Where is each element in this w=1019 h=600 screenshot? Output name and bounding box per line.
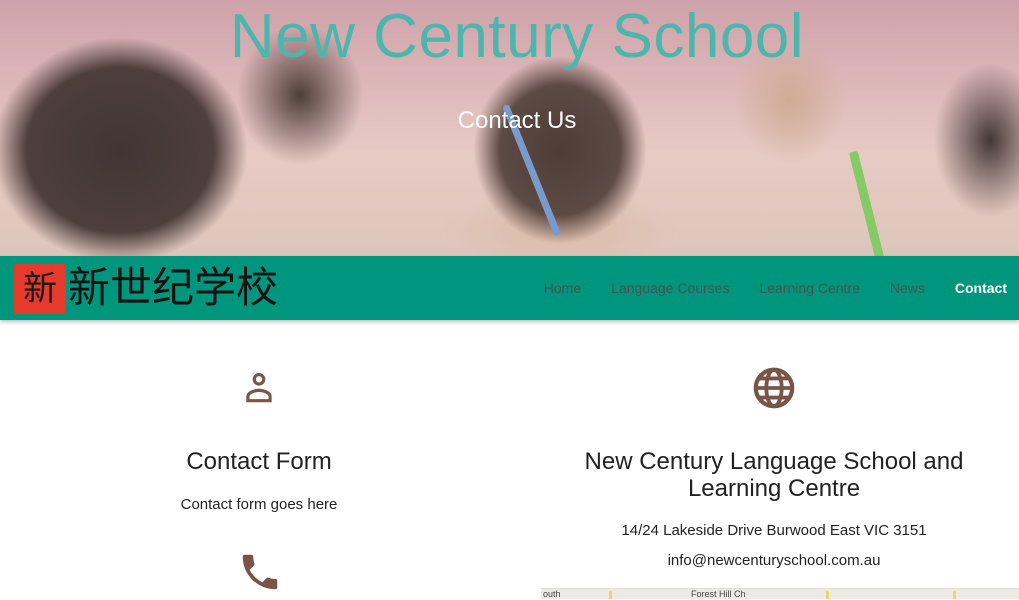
nav-item-news[interactable]: News: [890, 280, 925, 296]
hero-banner: New Century School Contact Us: [0, 0, 1019, 256]
school-email-wrap: info@newcenturyschool.com.au: [564, 552, 984, 570]
school-info-section: New Century Language School and Learning…: [564, 448, 984, 502]
nav-item-home[interactable]: Home: [544, 280, 581, 296]
school-email-link[interactable]: info@newcenturyschool.com.au: [668, 552, 881, 569]
contact-form-body-wrap: Contact form goes here: [80, 496, 438, 513]
logo-seal-text: 新: [23, 269, 57, 309]
globe-icon: [751, 365, 797, 411]
hero-subtitle: Contact Us: [457, 107, 577, 134]
contact-form-section: Contact Form: [80, 448, 438, 475]
school-name-title: New Century Language School and Learning…: [584, 448, 964, 502]
nav-item-language-courses[interactable]: Language Courses: [611, 280, 729, 296]
nav-links: Home Language Courses Learning Centre Ne…: [514, 256, 1007, 320]
navbar: 新 新世纪学校 Home Language Courses Learning C…: [0, 256, 1019, 320]
phone-icon: [237, 549, 283, 595]
logo-seal: 新: [14, 264, 66, 314]
nav-item-learning-centre[interactable]: Learning Centre: [759, 280, 859, 296]
contact-form-title: Contact Form: [186, 448, 332, 475]
nav-item-contact[interactable]: Contact: [955, 280, 1007, 296]
contact-form-placeholder: Contact form goes here: [180, 496, 338, 513]
site-logo[interactable]: 新 新世纪学校: [14, 262, 284, 314]
person-icon: [240, 369, 278, 407]
school-address: 14/24 Lakeside Drive Burwood East VIC 31…: [621, 522, 927, 539]
hero-title: New Century School: [229, 2, 805, 71]
school-address-wrap: 14/24 Lakeside Drive Burwood East VIC 31…: [564, 522, 984, 539]
logo-text: 新世纪学校: [68, 263, 279, 312]
location-map[interactable]: outh Forest Hill Ch: [541, 588, 1019, 599]
